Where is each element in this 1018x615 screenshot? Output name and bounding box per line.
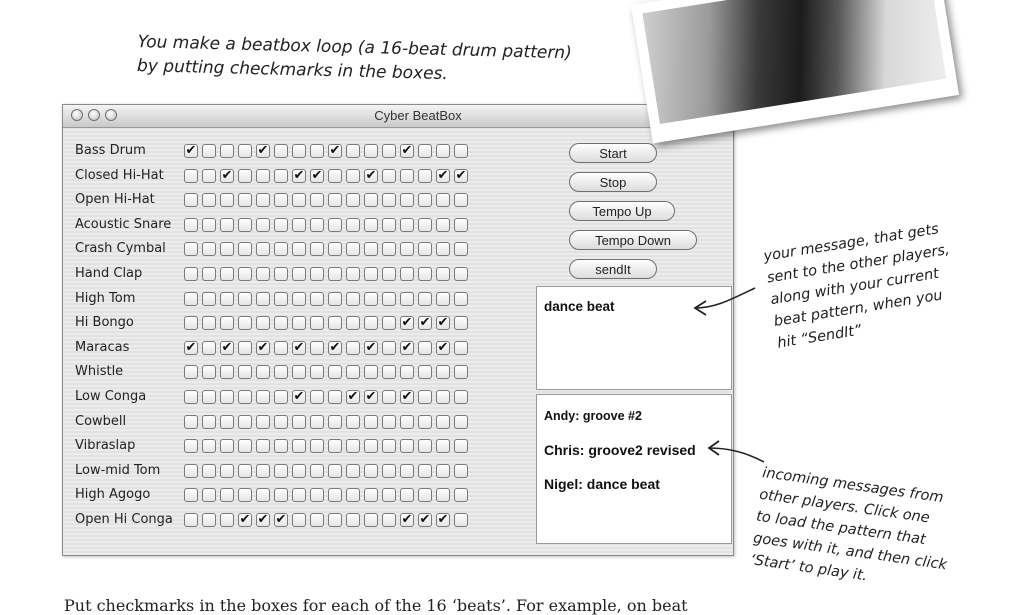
incoming-arrow <box>708 447 765 463</box>
annotation-arrows <box>693 287 765 463</box>
message-arrow <box>694 287 756 309</box>
